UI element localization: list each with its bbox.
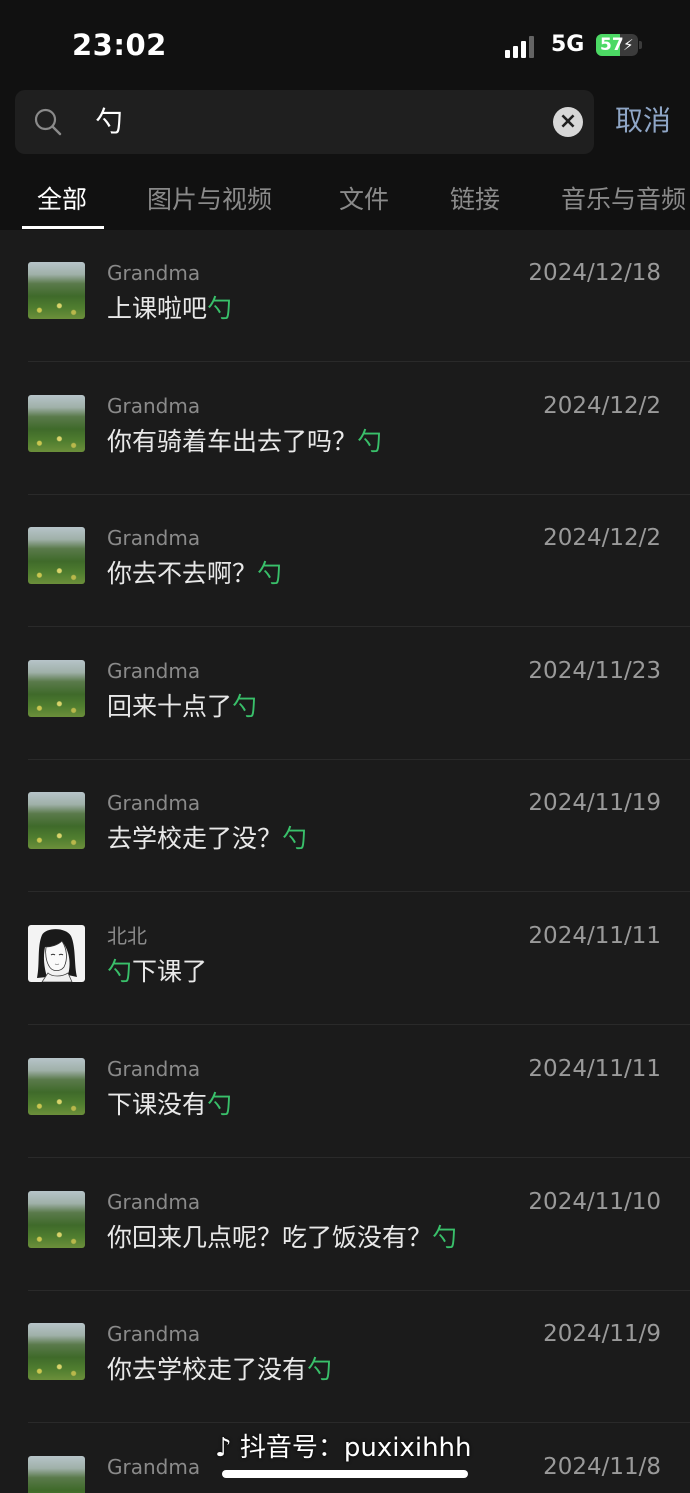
tab-links[interactable]: 链接 [450,184,500,216]
avatar [28,395,85,452]
search-results-list: Grandma 2024/12/18 上课啦吧勺 Grandma 2024/12… [0,230,690,1493]
divider [28,891,690,892]
tab-music-audio[interactable]: 音乐与音频 [561,184,686,216]
message-snippet: 回来十点了勺 [107,692,258,721]
tab-all[interactable]: 全部 [37,184,87,216]
clear-icon[interactable]: × [553,107,583,137]
sender-name: Grandma [107,659,201,683]
tiktok-logo-icon: ♪ [215,1433,232,1463]
message-snippet: 下课没有勺 [107,1090,233,1119]
sender-name: Grandma [107,1057,201,1081]
status-bar: 23:02 5G 57 ⚡ [0,0,690,88]
tab-photos-videos[interactable]: 图片与视频 [147,184,272,216]
battery-level: 57 [600,35,624,55]
message-date: 2024/12/2 [543,393,661,419]
watermark-text: 抖音号：puxixihhh [239,1433,472,1463]
avatar [28,792,85,849]
search-input[interactable]: 勺 [95,104,123,140]
avatar [28,262,85,319]
sender-name: Grandma [107,526,201,550]
message-snippet: 你有骑着车出去了吗？勺 [107,427,383,456]
sender-name: Grandma [107,1322,201,1346]
match-highlight: 勺 [107,957,133,986]
battery-cap [639,41,642,49]
sender-name: Grandma [107,1190,201,1214]
match-highlight: 勺 [207,294,233,323]
tab-files[interactable]: 文件 [339,184,389,216]
result-row[interactable]: Grandma 2024/12/2 你有骑着车出去了吗？勺 [0,363,690,495]
message-snippet: 你去学校走了没有勺 [107,1355,333,1384]
cancel-button[interactable]: 取消 [615,103,671,139]
message-snippet: 勺下课了 [107,957,208,986]
status-time: 23:02 [72,28,167,62]
message-snippet: 你去不去啊？勺 [107,559,283,588]
message-date: 2024/11/11 [528,1056,661,1082]
avatar [28,527,85,584]
result-row[interactable]: Grandma 2024/11/11 下课没有勺 [0,1026,690,1158]
sender-name: Grandma [107,791,201,815]
message-snippet: 上课啦吧勺 [107,294,233,323]
network-type: 5G [551,32,585,57]
message-date: 2024/12/18 [528,260,661,286]
match-highlight: 勺 [207,1090,233,1119]
result-row[interactable]: Grandma 2024/11/23 回来十点了勺 [0,628,690,760]
sender-name: 北北 [107,924,147,948]
sender-name: Grandma [107,1455,201,1479]
avatar [28,1191,85,1248]
avatar [28,1456,85,1493]
divider [28,1422,690,1423]
douyin-watermark: ♪ 抖音号：puxixihhh [215,1430,472,1466]
search-bar[interactable]: 勺 × [15,90,594,154]
battery-icon: 57 ⚡ [596,34,638,56]
divider [28,361,690,362]
result-row[interactable]: Grandma 2024/11/19 去学校走了没？勺 [0,760,690,892]
message-date: 2024/11/19 [528,790,661,816]
signal-icon [505,34,535,58]
match-highlight: 勺 [257,559,283,588]
match-highlight: 勺 [357,427,383,456]
match-highlight: 勺 [307,1355,333,1384]
message-date: 2024/11/10 [528,1189,661,1215]
filter-tabs: 全部 图片与视频 文件 链接 音乐与音频 [0,170,690,230]
avatar [28,1323,85,1380]
sender-name: Grandma [107,261,201,285]
message-date: 2024/12/2 [543,525,661,551]
match-highlight: 勺 [232,692,258,721]
result-row[interactable]: Grandma 2024/12/2 你去不去啊？勺 [0,495,690,627]
message-date: 2024/11/9 [543,1321,661,1347]
active-tab-indicator [22,226,104,229]
match-highlight: 勺 [282,824,308,853]
result-row[interactable]: Grandma 2024/11/10 你回来几点呢？吃了饭没有？勺 [0,1159,690,1291]
divider [28,1024,690,1025]
message-date: 2024/11/23 [528,658,661,684]
search-icon [34,108,62,136]
message-date: 2024/11/11 [528,923,661,949]
avatar [28,925,85,982]
message-date: 2024/11/8 [543,1454,661,1480]
sender-name: Grandma [107,394,201,418]
girl-portrait-icon [37,929,77,982]
message-snippet: 你回来几点呢？吃了饭没有？勺 [107,1223,458,1252]
charging-bolt-icon: ⚡ [623,36,634,54]
avatar [28,1058,85,1115]
avatar [28,660,85,717]
home-indicator[interactable] [222,1470,468,1478]
match-highlight: 勺 [432,1223,458,1252]
message-snippet: 去学校走了没？勺 [107,824,308,853]
result-row[interactable]: Grandma 2024/12/18 上课啦吧勺 [0,230,690,362]
divider [28,626,690,627]
result-row[interactable]: 北北 2024/11/11 勺下课了 [0,893,690,1025]
divider [28,1157,690,1158]
result-row[interactable]: Grandma 2024/11/9 你去学校走了没有勺 [0,1291,690,1423]
